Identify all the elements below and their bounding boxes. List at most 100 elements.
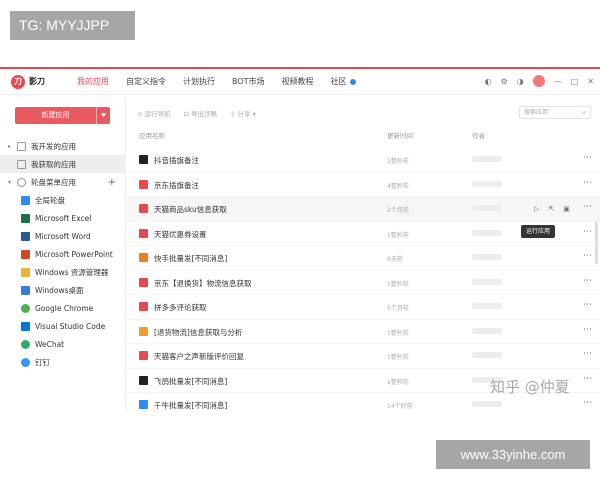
update-time: 1整秒前 bbox=[387, 231, 409, 239]
dingtalk-icon bbox=[21, 357, 30, 367]
settings-icon[interactable]: ⚙ bbox=[501, 77, 508, 86]
wechat-icon bbox=[21, 339, 30, 349]
app-name: 拼多多评论获取 bbox=[154, 303, 207, 312]
more-options-icon[interactable]: ⋯ bbox=[583, 325, 592, 335]
column-header-author: 作者 bbox=[472, 132, 485, 140]
table-header: 应用名称 更新时间 作者 bbox=[127, 130, 600, 144]
run-icon[interactable]: ▷ bbox=[534, 205, 539, 213]
save-icon[interactable]: ▣ bbox=[563, 205, 570, 213]
sidebar-item-label: Google Chrome bbox=[35, 303, 94, 313]
open-icon[interactable]: ⇱ bbox=[548, 205, 554, 213]
sidebar-item-chrome[interactable]: Google Chrome bbox=[0, 299, 126, 317]
sidebar-item-acquired-apps[interactable]: 我获取的应用 bbox=[0, 155, 126, 173]
folder-icon bbox=[17, 141, 26, 151]
nav-custom-commands[interactable]: 自定义指令 bbox=[126, 76, 166, 87]
more-options-icon[interactable]: ⋯ bbox=[583, 227, 592, 237]
site-tag: www.33yinhe.com bbox=[436, 440, 590, 469]
table-row[interactable]: 快手批量发[不同消息] 6天前 ⋯ bbox=[127, 246, 600, 271]
main-nav: 我的应用 自定义指令 计划执行 BOT市场 视频教程 社区 bbox=[77, 76, 373, 87]
more-options-icon[interactable]: ⋯ bbox=[583, 349, 592, 359]
table-row[interactable]: 天猫客户之声新版评价回复 1整秒前 ⋯ bbox=[127, 344, 600, 369]
sidebar-item-wechat[interactable]: WeChat bbox=[0, 335, 126, 353]
run-nav-button[interactable]: ⊙ 运行导航 bbox=[137, 108, 171, 118]
table-row[interactable]: 京东插旗备注 4整秒前 ⋯ bbox=[127, 173, 600, 197]
powerpoint-icon bbox=[21, 249, 30, 259]
more-options-icon[interactable]: ⋯ bbox=[583, 178, 592, 188]
author-blurred bbox=[472, 180, 502, 187]
table-row[interactable]: [退货物流]信息获取与分析 1整秒前 ⋯ bbox=[127, 320, 600, 344]
sidebar-item-explorer[interactable]: Windows 资源管理器 bbox=[0, 263, 126, 281]
nav-bot-market[interactable]: BOT市场 bbox=[232, 76, 265, 87]
add-icon[interactable]: + bbox=[108, 177, 116, 188]
main-toolbar: ⊙ 运行导航 ⊡ 导出涉略 ⇪ 分享 ▾ bbox=[137, 108, 256, 118]
folder-icon bbox=[17, 159, 26, 169]
sidebar-item-global-wheel[interactable]: 全局轮盘 bbox=[0, 191, 126, 209]
sidebar-item-dingtalk[interactable]: 钉钉 bbox=[0, 353, 126, 371]
sidebar-item-word[interactable]: Microsoft Word bbox=[0, 227, 126, 245]
row-actions: ▷ ⇱ ▣ bbox=[534, 205, 570, 213]
theme-icon[interactable]: ◐ bbox=[485, 77, 492, 86]
zhihu-watermark: 知乎 @仲夏 bbox=[490, 378, 570, 396]
author-blurred bbox=[472, 352, 502, 358]
share-button[interactable]: ⇪ 分享 ▾ bbox=[230, 108, 256, 118]
app-name: 京东【退换货】物流信息获取 bbox=[154, 278, 252, 288]
update-time: 1整秒前 bbox=[387, 280, 409, 288]
sidebar-item-powerpoint[interactable]: Microsoft PowerPoint bbox=[0, 245, 126, 263]
app-icon bbox=[139, 155, 148, 164]
more-options-icon[interactable]: ⋯ bbox=[583, 300, 592, 310]
nav-community[interactable]: 社区 bbox=[331, 76, 356, 87]
table-row[interactable]: 抖音插旗备注 1整秒前 ⋯ bbox=[127, 148, 600, 173]
search-placeholder: 搜索应用 bbox=[524, 109, 549, 116]
table-row[interactable]: 天猫商品sku信息获取 2个月前 ⋯ ▷ ⇱ ▣ bbox=[127, 197, 600, 222]
nav-schedule[interactable]: 计划执行 bbox=[183, 76, 215, 87]
sidebar-item-vscode[interactable]: Visual Studio Code bbox=[0, 317, 126, 335]
close-icon[interactable]: ✕ bbox=[587, 77, 594, 86]
chevron-down-icon[interactable]: ▼ bbox=[96, 107, 110, 124]
sidebar-item-excel[interactable]: Microsoft Excel bbox=[0, 209, 126, 227]
sidebar-item-label: Windows桌面 bbox=[35, 285, 84, 295]
column-header-name: 应用名称 bbox=[139, 132, 165, 140]
update-time: 6天前 bbox=[387, 256, 403, 263]
logo-text: 影刀 bbox=[29, 77, 45, 86]
author-blurred bbox=[472, 278, 502, 285]
more-options-icon[interactable]: ⋯ bbox=[583, 251, 592, 261]
table-row[interactable]: 拼多多评论获取 5个月前 ⋯ bbox=[127, 295, 600, 320]
sidebar-item-my-dev-apps[interactable]: ▸ 我开发的应用 bbox=[0, 137, 126, 155]
more-options-icon[interactable]: ⋯ bbox=[583, 398, 592, 408]
app-icon bbox=[139, 179, 148, 189]
more-options-icon[interactable]: ⋯ bbox=[583, 276, 592, 286]
table-row[interactable]: 京东【退换货】物流信息获取 1整秒前 ⋯ bbox=[127, 271, 600, 295]
sidebar-item-label: Microsoft Excel bbox=[35, 213, 92, 223]
more-options-icon[interactable]: ⋯ bbox=[583, 202, 592, 212]
new-app-label: 新建应用 bbox=[41, 111, 70, 119]
app-name: 抖音插旗备注 bbox=[154, 156, 199, 165]
maximize-icon[interactable]: □ bbox=[571, 77, 579, 86]
sidebar-item-label: WeChat bbox=[35, 339, 65, 349]
update-time: 1整秒前 bbox=[387, 354, 409, 361]
export-button[interactable]: ⊡ 导出涉略 bbox=[184, 108, 218, 118]
sidebar-item-label: 钉钉 bbox=[35, 357, 50, 367]
sidebar-list: ▸ 我开发的应用 我获取的应用 ▾ 轮盘菜单应用 + 全局轮盘 Microsoft E… bbox=[0, 137, 126, 371]
telegram-tag: TG: MYYJJPP bbox=[10, 11, 135, 40]
nav-video-tutorials[interactable]: 视频教程 bbox=[282, 76, 314, 87]
sidebar-item-wheel-menu[interactable]: ▾ 轮盘菜单应用 + bbox=[0, 173, 126, 191]
app-icon bbox=[139, 302, 148, 311]
new-app-button[interactable]: 新建应用 ▼ bbox=[15, 107, 110, 124]
sidebar-item-desktop[interactable]: Windows桌面 bbox=[0, 281, 126, 299]
main-panel: ⊙ 运行导航 ⊡ 导出涉略 ⇪ 分享 ▾ 搜索应用 ⌕ 应用名称 更新时间 作者… bbox=[127, 97, 600, 413]
update-time: 1整秒前 bbox=[387, 158, 409, 165]
author-blurred bbox=[472, 205, 502, 211]
nav-my-apps[interactable]: 我的应用 bbox=[77, 76, 109, 87]
run-app-tooltip: 运行应用 bbox=[521, 225, 556, 238]
sidebar-item-label: Microsoft Word bbox=[35, 231, 91, 241]
app-icon bbox=[139, 400, 148, 409]
app-table: 抖音插旗备注 1整秒前 ⋯ 京东插旗备注 4整秒前 ⋯ 天猫商品sku信息获取 2个月前 ⋯ ▷ ⇱… bbox=[127, 148, 600, 413]
search-input[interactable]: 搜索应用 ⌕ bbox=[519, 106, 591, 119]
minimize-icon[interactable]: — bbox=[554, 77, 562, 86]
chevron-down-icon: ▾ bbox=[8, 178, 12, 186]
more-options-icon[interactable]: ⋯ bbox=[583, 374, 592, 384]
avatar[interactable] bbox=[532, 75, 545, 87]
more-options-icon[interactable]: ⋯ bbox=[583, 153, 592, 163]
skin-icon[interactable]: ◑ bbox=[517, 77, 524, 86]
app-icon bbox=[139, 204, 148, 213]
